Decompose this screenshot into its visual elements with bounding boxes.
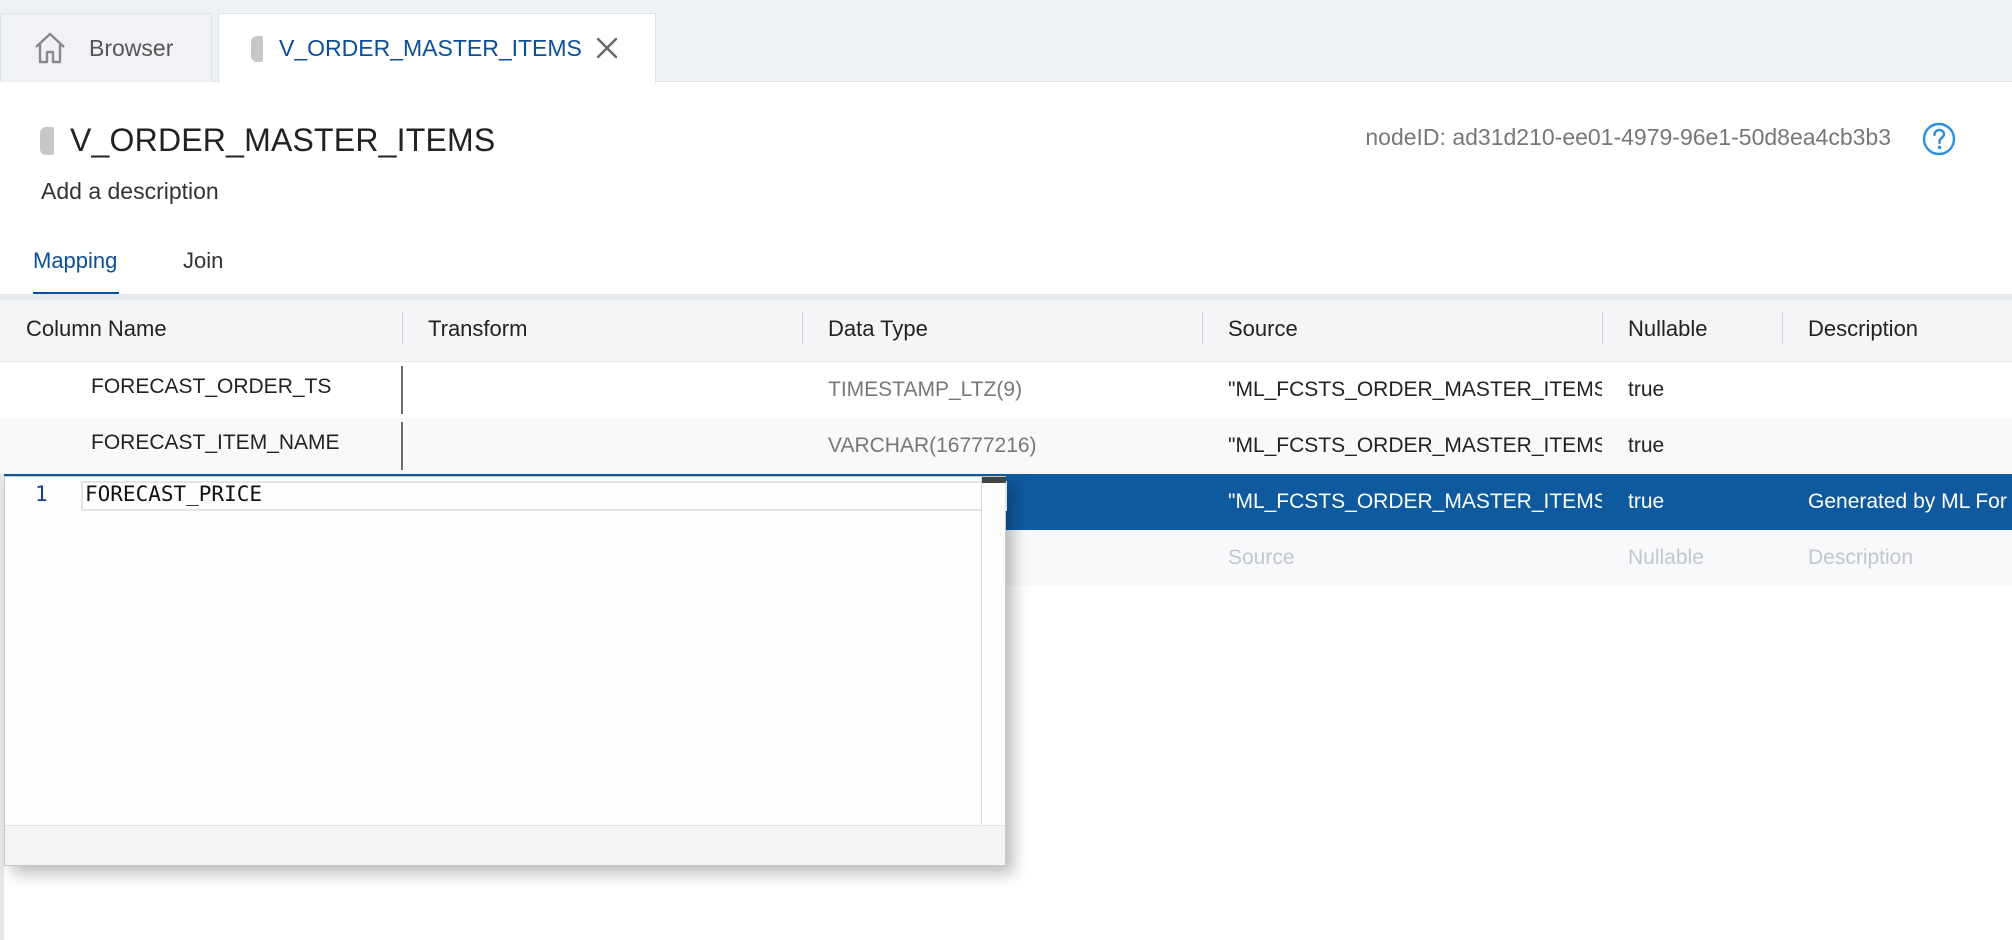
column-header-source[interactable]: Source: [1202, 300, 1602, 362]
column-header-transform[interactable]: Transform: [402, 300, 802, 362]
scrollbar-thumb[interactable]: [982, 477, 1006, 483]
tab-active-label: V_ORDER_MASTER_ITEMS: [279, 35, 582, 61]
cell-divider: [401, 422, 403, 470]
node-id-label: nodeID: ad31d210-ee01-4979-96e1-50d8ea4c…: [1365, 124, 1891, 150]
tab-join[interactable]: Join: [183, 248, 223, 274]
editor-footer: [5, 825, 1005, 865]
subtab-bar: Mapping Join: [0, 240, 2012, 296]
cell-description[interactable]: Generated by ML For: [1808, 474, 2012, 530]
column-header-description[interactable]: Description: [1782, 300, 2012, 362]
node-icon: [40, 126, 54, 155]
column-header-nullable[interactable]: Nullable: [1602, 300, 1782, 362]
add-description-link[interactable]: Add a description: [41, 178, 219, 205]
home-icon: [33, 31, 67, 65]
column-header-name[interactable]: Column Name: [0, 300, 402, 362]
editor-input[interactable]: FORECAST_PRICE: [85, 482, 262, 506]
help-icon[interactable]: [1922, 122, 1956, 156]
tab-browser-label: Browser: [89, 34, 174, 61]
close-icon[interactable]: [595, 36, 619, 60]
cell-column-name[interactable]: FORECAST_ORDER_TS: [91, 359, 331, 415]
description-placeholder[interactable]: Description: [1808, 530, 2012, 586]
page-title: V_ORDER_MASTER_ITEMS: [70, 122, 496, 158]
node-icon: [251, 35, 263, 62]
node-header: V_ORDER_MASTER_ITEMS: [40, 122, 495, 159]
cell-nullable[interactable]: true: [1628, 362, 1778, 418]
cell-column-name[interactable]: FORECAST_ITEM_NAME: [91, 415, 340, 471]
cell-data-type[interactable]: VARCHAR(16777216): [828, 418, 1198, 474]
cell-source[interactable]: "ML_FCSTS_ORDER_MASTER_ITEMS".: [1228, 418, 1602, 474]
column-name-editor[interactable]: 1 FORECAST_PRICE: [4, 476, 1007, 866]
cell-nullable[interactable]: true: [1628, 474, 1778, 530]
cell-data-type[interactable]: TIMESTAMP_LTZ(9): [828, 362, 1198, 418]
cell-divider: [401, 366, 403, 414]
tab-v-order-master-items[interactable]: V_ORDER_MASTER_ITEMS: [218, 13, 656, 83]
cell-transform[interactable]: [428, 362, 798, 418]
source-placeholder[interactable]: Source: [1228, 530, 1602, 586]
tab-mapping[interactable]: Mapping: [33, 248, 117, 274]
tab-bar: Browser V_ORDER_MASTER_ITEMS: [0, 0, 2012, 83]
cell-transform[interactable]: [428, 418, 798, 474]
cell-nullable[interactable]: true: [1628, 418, 1778, 474]
cell-source[interactable]: "ML_FCSTS_ORDER_MASTER_ITEMS".: [1228, 362, 1602, 418]
line-number: 1: [35, 482, 48, 506]
cell-description[interactable]: [1808, 418, 2012, 474]
tab-browser[interactable]: Browser: [0, 13, 212, 82]
grid-header: Column Name Transform Data Type Source N…: [0, 300, 2012, 362]
nullable-placeholder[interactable]: Nullable: [1628, 530, 1778, 586]
table-row[interactable]: FORECAST_ITEM_NAME VARCHAR(16777216) "ML…: [0, 418, 2012, 474]
column-header-data-type[interactable]: Data Type: [802, 300, 1202, 362]
cell-source[interactable]: "ML_FCSTS_ORDER_MASTER_ITEMS".: [1228, 474, 1602, 530]
mapping-grid: Column Name Transform Data Type Source N…: [0, 300, 2012, 362]
cell-description[interactable]: [1808, 362, 2012, 418]
editor-scrollbar[interactable]: [981, 477, 1006, 825]
table-row[interactable]: FORECAST_ORDER_TS TIMESTAMP_LTZ(9) "ML_F…: [0, 362, 2012, 418]
